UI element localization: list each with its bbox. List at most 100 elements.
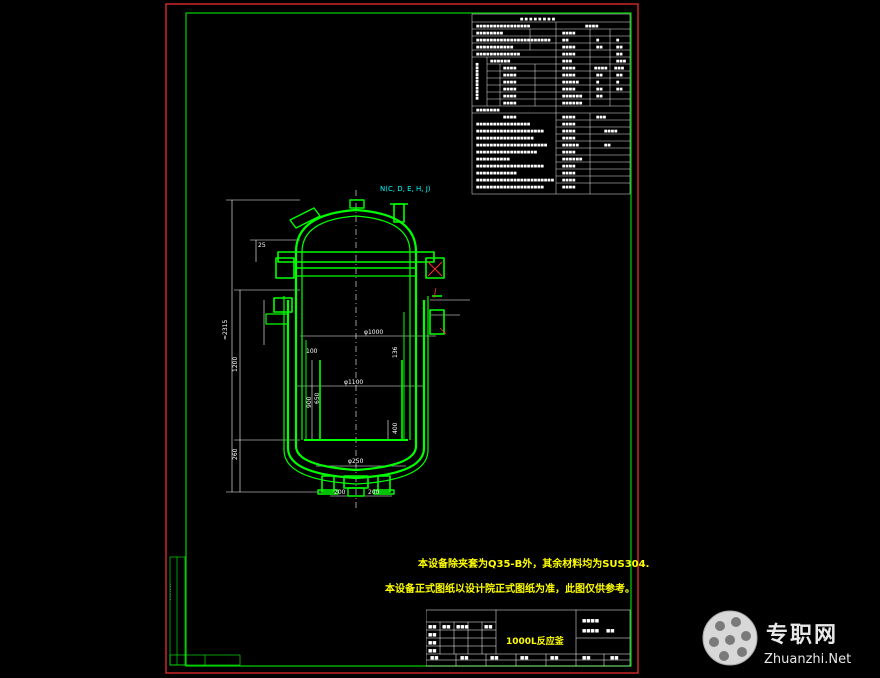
svg-text:■■■■■: ■■■■■	[562, 80, 580, 84]
watermark-logo	[702, 610, 758, 666]
watermark-brand: 专职网	[766, 623, 839, 648]
svg-text:■■■: ■■■	[616, 59, 627, 63]
svg-text:■■■■■■■■■■■■■: ■■■■■■■■■■■■■	[476, 52, 521, 56]
svg-text:■■■■: ■■■■	[562, 129, 576, 133]
svg-text:■■■■: ■■■■	[503, 87, 517, 91]
dim-650: 650	[314, 392, 321, 404]
dim-total-height: ≈2315	[222, 319, 229, 340]
svg-text:■■■■■■■■■■■■■■■■: ■■■■■■■■■■■■■■■■	[476, 24, 531, 28]
dim-25: 25	[258, 242, 266, 249]
svg-text:■■■■: ■■■■	[562, 122, 576, 126]
svg-text:■■■■■■■■■■■: ■■■■■■■■■■■	[476, 45, 514, 49]
svg-text:■■■■: ■■■■	[503, 73, 517, 77]
svg-text:■■■■: ■■■■	[562, 115, 576, 119]
svg-text:■■■■: ■■■■	[582, 619, 599, 624]
svg-text:■: ■	[616, 80, 620, 84]
svg-text:■■■■■■: ■■■■■■	[562, 101, 583, 105]
svg-text:■■: ■■	[562, 38, 569, 42]
svg-text:■■■■: ■■■■	[562, 150, 576, 154]
svg-text:■■■■: ■■■■	[562, 136, 576, 140]
svg-text:■■: ■■	[610, 656, 619, 661]
svg-text:■■■■: ■■■■	[562, 178, 576, 182]
svg-text:■■: ■■	[606, 629, 615, 634]
svg-text:■■: ■■	[428, 625, 437, 630]
svg-text:■■■■■■: ■■■■■■	[562, 94, 583, 98]
svg-text:■■: ■■	[582, 656, 591, 661]
svg-text:■■■■■■■■■■■■: ■■■■■■■■■■■■	[476, 171, 517, 175]
svg-text:■■■■: ■■■■	[585, 24, 599, 28]
svg-text:· · · · · · ·: · · · · · · ·	[168, 583, 173, 600]
svg-text:■■■■■■■■: ■■■■■■■■	[476, 31, 504, 35]
svg-text:■■■■: ■■■■	[503, 101, 517, 105]
material-note: 本设备除夹套为Q35-B外，其余材料均为SUS304.	[418, 559, 650, 570]
svg-text:■■■■: ■■■■	[562, 45, 576, 49]
svg-text:■■: ■■	[616, 52, 623, 56]
svg-text:■■: ■■	[616, 87, 623, 91]
svg-text:■■■■: ■■■■	[562, 87, 576, 91]
svg-text:■■■■: ■■■■	[594, 66, 608, 70]
svg-text:■■: ■■	[616, 73, 623, 77]
jacket-nozzle-left	[273, 297, 293, 313]
svg-text:■■: ■■	[550, 656, 559, 661]
svg-text:■■■■■■■■■■■■■■■■■■■■■■: ■■■■■■■■■■■■■■■■■■■■■■	[476, 38, 551, 42]
svg-text:■■■: ■■■	[614, 66, 625, 70]
svg-text:■■■■■■■■■■■■■■■■■■■■: ■■■■■■■■■■■■■■■■■■■■	[476, 129, 545, 133]
svg-text:■■: ■■	[430, 656, 439, 661]
svg-text:■■■■: ■■■■	[503, 115, 517, 119]
svg-text:■■: ■■	[428, 649, 437, 654]
dim-400: 400	[392, 422, 399, 434]
svg-text:■: ■	[596, 38, 600, 42]
svg-text:■■■■■■: ■■■■■■	[562, 157, 583, 161]
svg-text:■■■■■: ■■■■■	[562, 143, 580, 147]
svg-text:■■■■: ■■■■	[562, 66, 576, 70]
svg-text:■■: ■■	[596, 45, 603, 49]
svg-text:■■■: ■■■	[596, 115, 607, 119]
svg-text:■■■■■■■■■■: ■■■■■■■■■■	[476, 157, 511, 161]
svg-text:■■■: ■■■	[456, 625, 469, 630]
dim-bottom-diameter: φ250	[348, 458, 364, 465]
svg-text:■■■■■■■: ■■■■■■■	[476, 108, 500, 112]
svg-text:■■■■: ■■■■	[562, 73, 576, 77]
dim-260: 260	[232, 448, 239, 460]
svg-text:■■■■: ■■■■	[562, 52, 576, 56]
svg-text:■■■■■■■■■■■■■■■■■■■■■: ■■■■■■■■■■■■■■■■■■■■■	[476, 143, 548, 147]
svg-text:■■■■: ■■■■	[503, 94, 517, 98]
svg-text:■■■■■■■■■■■■■■■■■■■■: ■■■■■■■■■■■■■■■■■■■■	[476, 164, 545, 168]
svg-text:■■■■■■■■■■■■■■■■■■■■■■■: ■■■■■■■■■■■■■■■■■■■■■■■	[476, 178, 555, 182]
svg-text:■■■■■■■■■■■: ■■■■■■■■■■■	[475, 62, 479, 100]
svg-text:■■■■■■■■■■■■■■■■■■■■: ■■■■■■■■■■■■■■■■■■■■	[476, 185, 545, 189]
svg-text:■■■■■■■■■■■■■■■■: ■■■■■■■■■■■■■■■■	[476, 122, 531, 126]
dim-900: 900	[306, 396, 313, 408]
svg-text:■■■■: ■■■■	[562, 31, 576, 35]
top-nozzle	[349, 199, 365, 209]
svg-text:■■: ■■	[520, 656, 529, 661]
svg-text:■■■■: ■■■■	[582, 629, 599, 634]
svg-text:■■: ■■	[460, 656, 469, 661]
svg-text:■■■■: ■■■■	[503, 80, 517, 84]
left-revision-strip	[169, 556, 241, 666]
nozzle-callout: N(C, D, E, H, J)	[380, 185, 431, 193]
svg-text:■■: ■■	[616, 45, 623, 49]
manhole	[289, 207, 321, 229]
svg-text:■■: ■■	[484, 625, 493, 630]
drawing-sheet: · · · · · · · ■ ■ ■ ■ ■ ■ ■ ■ ■■■■■■■■■■…	[165, 3, 639, 674]
svg-text:■■■■: ■■■■	[604, 129, 618, 133]
vessel-drawing	[265, 199, 445, 497]
dim-1200: 1200	[232, 356, 239, 372]
svg-text:■■■■: ■■■■	[562, 171, 576, 175]
svg-text:■■■■■■■■■■■■■■■■■■: ■■■■■■■■■■■■■■■■■■	[476, 150, 538, 154]
svg-text:■■: ■■	[604, 143, 611, 147]
dim-inner-diameter: φ1000	[364, 329, 384, 336]
svg-text:■■: ■■	[596, 73, 603, 77]
dim-jacket-diameter: φ1100	[344, 379, 364, 386]
svg-text:■: ■	[616, 38, 620, 42]
svg-text:■■: ■■	[596, 94, 603, 98]
dim-200-right: 200	[368, 489, 380, 496]
reference-note: 本设备正式图纸以设计院正式图纸为准，此图仅供参考。	[385, 584, 635, 595]
svg-text:■■: ■■	[442, 625, 451, 630]
svg-text:■: ■	[596, 80, 600, 84]
svg-text:■■■■■■■■■■■■■■■■■: ■■■■■■■■■■■■■■■■■	[476, 136, 534, 140]
dim-136: 136	[392, 346, 399, 358]
svg-text:■■■■■■: ■■■■■■	[490, 59, 511, 63]
svg-text:■ ■ ■ ■ ■ ■ ■ ■: ■ ■ ■ ■ ■ ■ ■ ■	[520, 17, 556, 21]
